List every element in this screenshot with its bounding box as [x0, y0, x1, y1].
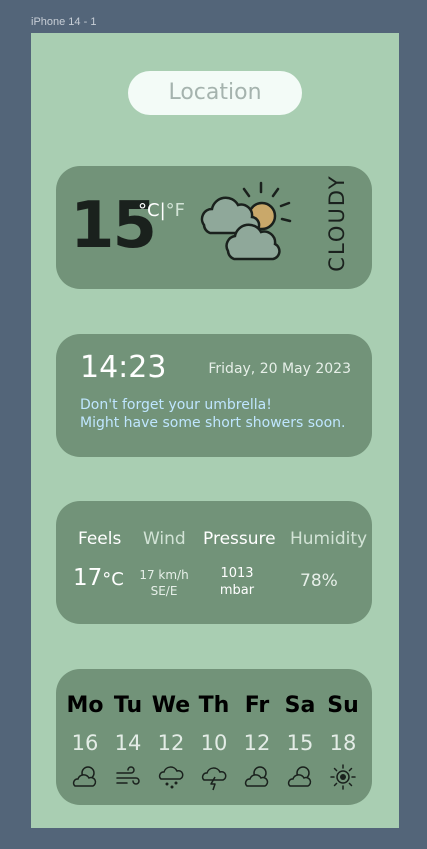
sun-icon	[330, 764, 356, 790]
partly-cloudy-icon	[200, 181, 292, 261]
advice-line-2: Might have some short showers soon.	[80, 415, 346, 431]
celsius-toggle[interactable]: °C	[138, 200, 160, 221]
day-name: Tu	[113, 693, 143, 718]
partly-cloudy-icon	[244, 766, 269, 787]
wind-value: 17 km/h SE/E	[132, 567, 196, 599]
day-temperature: 12	[157, 731, 185, 755]
current-weather-card: 15 °C|°F CLOUDY	[56, 166, 372, 289]
day-temperature: 18	[329, 731, 357, 755]
day-temperature: 14	[114, 731, 142, 755]
partly-cloudy-icon	[287, 766, 312, 787]
rain-cloud-icon	[158, 766, 184, 789]
wind-direction: SE/E	[150, 584, 178, 598]
humidity-label: Humidity	[290, 529, 368, 549]
frame-label: iPhone 14 - 1	[31, 16, 97, 28]
time-card: 14:23 Friday, 20 May 2023 Don't forget y…	[56, 334, 372, 457]
day-temperature: 12	[243, 731, 271, 755]
partly-cloudy-icon	[72, 766, 97, 787]
unit-toggle: °C|°F	[138, 200, 185, 221]
current-temperature: 15	[70, 189, 157, 263]
feels-label: Feels	[78, 529, 122, 549]
pressure-value: 1013 mbar	[207, 565, 267, 599]
humidity-value: 78%	[300, 571, 338, 591]
pressure-label: Pressure	[203, 529, 276, 549]
feels-value: 17°C	[73, 565, 124, 591]
weather-advice: Don't forget your umbrella! Might have s…	[80, 396, 346, 432]
day-name: We	[151, 693, 191, 718]
phone-frame: Location 15 °C|°F CLOUDY 14:23 Friday, 2…	[31, 33, 399, 828]
pressure-number: 1013	[220, 566, 254, 581]
day-name: Th	[198, 693, 230, 718]
day-temperature: 16	[71, 731, 99, 755]
feels-unit: °C	[102, 569, 124, 590]
current-date: Friday, 20 May 2023	[208, 361, 351, 377]
day-name: Su	[327, 693, 359, 718]
feels-number: 17	[73, 565, 103, 591]
day-temperature: 10	[200, 731, 228, 755]
wind-speed: 17 km/h	[139, 568, 189, 582]
day-name: Sa	[284, 693, 316, 718]
fahrenheit-toggle[interactable]: °F	[166, 200, 185, 221]
advice-line-1: Don't forget your umbrella!	[80, 397, 272, 413]
day-temperature: 15	[286, 731, 314, 755]
location-button[interactable]: Location	[128, 71, 302, 115]
weather-condition: CLOUDY	[325, 174, 349, 272]
wind-icon	[116, 766, 140, 785]
current-time: 14:23	[80, 350, 167, 385]
thunder-cloud-icon	[201, 767, 227, 791]
day-name: Fr	[244, 693, 270, 718]
pressure-unit: mbar	[219, 583, 255, 598]
day-name: Mo	[66, 693, 104, 718]
forecast-card: Mo 16 Tu 14 We 12 Th 10 Fr 12 Sa 15 Su 1…	[56, 669, 372, 805]
wind-label: Wind	[143, 529, 186, 549]
stats-card: Feels Wind Pressure Humidity 17°C 17 km/…	[56, 501, 372, 624]
